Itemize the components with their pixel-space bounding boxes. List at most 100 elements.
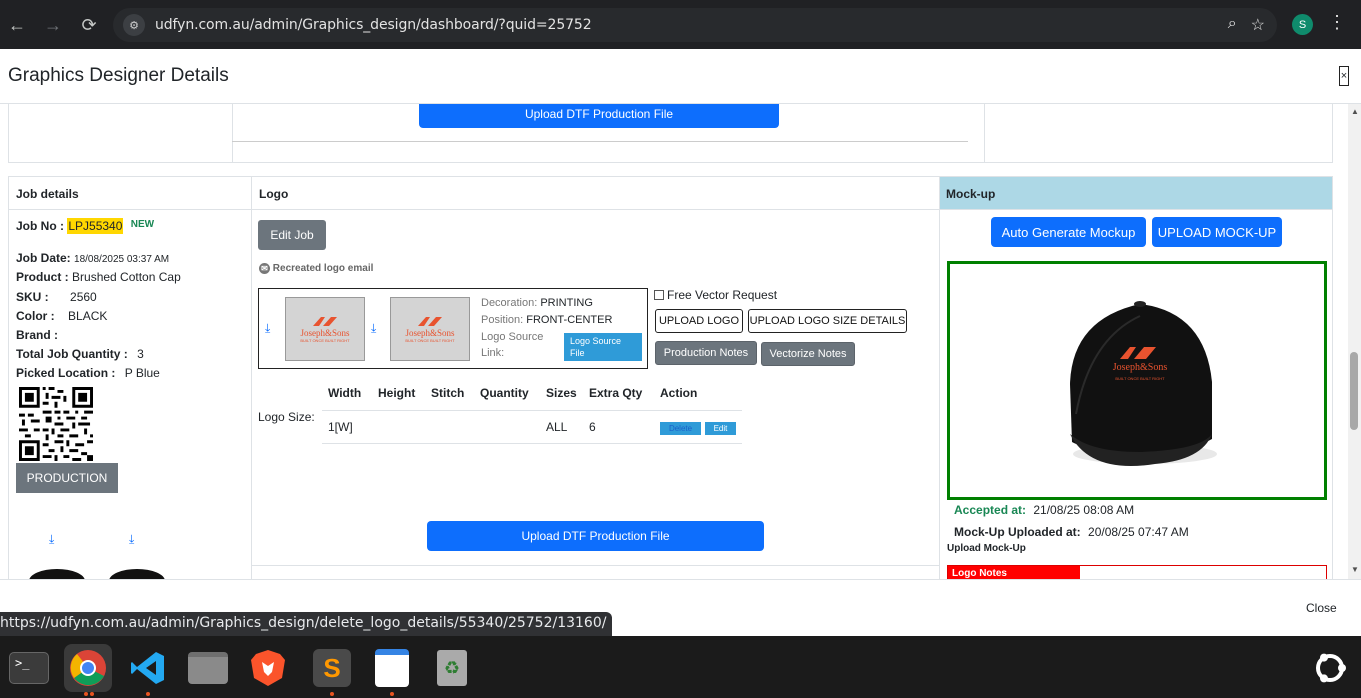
ubuntu-icon[interactable] (1306, 644, 1354, 692)
divider (939, 177, 940, 579)
brave-icon[interactable] (244, 644, 292, 692)
table-divider (322, 443, 742, 444)
logo-thumbnail[interactable]: Joseph&Sons BUILT ONCE BUILT RIGHT (285, 297, 365, 361)
bookmark-star-icon[interactable]: ☆ (1251, 15, 1265, 35)
cap-thumbnail-1 (29, 569, 85, 579)
col-width: Width (328, 386, 362, 400)
download-icon[interactable]: ⤓ (129, 532, 134, 547)
sku-value: 2560 (70, 290, 97, 304)
picked-location-line: Picked Location : P Blue (16, 366, 160, 380)
free-vector-label: Free Vector Request (667, 288, 778, 302)
mockup-image-frame[interactable]: Joseph&Sons BUILT ONCE BUILT RIGHT (947, 261, 1327, 500)
modal-title: Graphics Designer Details (8, 65, 229, 86)
uploaded-value: 20/08/25 07:47 AM (1088, 525, 1189, 539)
cap-thumbnail-2 (109, 569, 165, 579)
files-icon[interactable] (184, 644, 232, 692)
total-qty-value: 3 (137, 347, 144, 361)
brand-line: Brand : (16, 328, 58, 342)
uploaded-label: Mock-Up Uploaded at: (954, 525, 1081, 539)
logo-detail-box: ⤓ Joseph&Sons BUILT ONCE BUILT RIGHT ⤓ J… (258, 288, 648, 369)
download-icon[interactable]: ⤓ (49, 532, 54, 547)
vectorize-notes-button[interactable]: Vectorize Notes (761, 342, 855, 366)
auto-generate-mockup-button[interactable]: Auto Generate Mockup (991, 217, 1146, 247)
modal-scrollbar[interactable]: ▲ ▼ (1348, 104, 1361, 579)
color-value: BLACK (68, 309, 108, 323)
cell-sizes: ALL (546, 420, 568, 434)
close-button[interactable]: Close (1306, 601, 1337, 615)
logo-notes-label: Logo Notes (948, 566, 1080, 579)
thumb-brand: Joseph&Sons (405, 327, 455, 338)
thumb-tagline: BUILT ONCE BUILT RIGHT (405, 337, 455, 343)
download-icon[interactable]: ⤓ (371, 321, 376, 336)
logo-mark-icon (313, 316, 337, 326)
logo-size-label: Logo Size: (258, 410, 315, 424)
upload-mockup-text[interactable]: Upload Mock-Up (947, 543, 1026, 554)
accepted-line: Accepted at: 21/08/25 08:08 AM (954, 503, 1134, 517)
divider (232, 104, 233, 162)
cell-width: 1[W] (328, 420, 353, 434)
address-bar[interactable]: ⚙ udfyn.com.au/admin/Graphics_design/das… (113, 8, 1277, 42)
profile-avatar[interactable]: S (1292, 14, 1313, 35)
divider (252, 565, 939, 566)
upload-logo-button[interactable]: UPLOAD LOGO (655, 309, 743, 333)
download-icon[interactable]: ⤓ (265, 321, 270, 336)
site-info-icon[interactable]: ⚙ (123, 14, 145, 36)
color-label: Color : (16, 309, 55, 323)
production-notes-button[interactable]: Production Notes (655, 341, 757, 365)
terminal-icon[interactable]: >_ (5, 644, 53, 692)
browser-menu-icon[interactable]: ⋮ (1328, 12, 1346, 33)
edit-job-button[interactable]: Edit Job (258, 220, 326, 250)
picked-location-value: P Blue (124, 366, 160, 380)
upload-mockup-button[interactable]: UPLOAD MOCK-UP (1152, 217, 1282, 247)
divider (984, 104, 985, 162)
col-quantity: Quantity (480, 386, 529, 400)
col-sizes: Sizes (546, 386, 577, 400)
scroll-down-icon[interactable]: ▼ (1351, 565, 1359, 574)
logo-source-file-button[interactable]: Logo Source File (564, 333, 642, 361)
total-qty-label: Total Job Quantity : (16, 347, 128, 361)
trash-icon[interactable]: ♻ (428, 644, 476, 692)
chrome-icon[interactable] (64, 644, 112, 696)
color-line: Color : BLACK (16, 309, 107, 323)
free-vector-row[interactable]: Free Vector Request (654, 288, 777, 302)
modal-close-button[interactable]: × (1339, 66, 1349, 86)
col-height: Height (378, 386, 416, 400)
url-text[interactable]: udfyn.com.au/admin/Graphics_design/dashb… (155, 17, 592, 33)
scroll-thumb[interactable] (1350, 352, 1358, 430)
previous-job-row: Upload DTF Production File (8, 104, 1333, 163)
text-editor-icon[interactable] (368, 644, 416, 696)
status-bar-url: https://udfyn.com.au/admin/Graphics_desi… (0, 612, 613, 636)
taskbar: >_ S ♻ (0, 636, 1361, 698)
delete-size-button[interactable]: Delete (660, 422, 701, 435)
upload-logo-size-button[interactable]: UPLOAD LOGO SIZE DETAILS (748, 309, 907, 333)
sku-label: SKU : (16, 290, 49, 304)
uploaded-line: Mock-Up Uploaded at: 20/08/25 07:47 AM (954, 525, 1189, 539)
recreated-email-line[interactable]: ✉ Recreated logo email (259, 263, 373, 274)
sku-line: SKU : 2560 (16, 290, 97, 304)
edit-size-button[interactable]: Edit (705, 422, 736, 435)
reload-icon[interactable]: ⟳ (73, 9, 105, 41)
upload-dtf-button[interactable]: Upload DTF Production File (427, 521, 764, 551)
forward-icon[interactable]: → (37, 9, 69, 41)
back-icon[interactable]: ← (1, 9, 33, 41)
job-date-value: 18/08/2025 03:37 AM (74, 254, 170, 265)
scroll-up-icon[interactable]: ▲ (1351, 107, 1359, 116)
thumb-tagline: BUILT ONCE BUILT RIGHT (300, 337, 350, 343)
cell-extra-qty: 6 (589, 420, 596, 434)
free-vector-checkbox[interactable] (654, 290, 664, 300)
cap-tagline-text: BUILT ONCE BUILT RIGHT (1115, 376, 1165, 381)
accepted-label: Accepted at: (954, 503, 1027, 517)
logo-thumbnail-alt[interactable]: Joseph&Sons BUILT ONCE BUILT RIGHT (390, 297, 470, 361)
job-no-label: Job No : (16, 219, 64, 233)
sublime-icon[interactable]: S (308, 644, 356, 696)
mail-icon: ✉ (259, 263, 270, 274)
vscode-icon[interactable] (124, 644, 172, 696)
upload-dtf-button-prev[interactable]: Upload DTF Production File (419, 104, 779, 128)
logo-header: Logo (252, 177, 939, 210)
decoration-value: PRINTING (540, 297, 593, 309)
logo-notes-box: Logo Notes (947, 565, 1327, 579)
job-details-header: Job details (9, 177, 251, 210)
zoom-icon[interactable]: ⌕ (1228, 15, 1237, 35)
source-label-2: Link: (481, 347, 505, 359)
production-button[interactable]: PRODUCTION (16, 463, 118, 493)
